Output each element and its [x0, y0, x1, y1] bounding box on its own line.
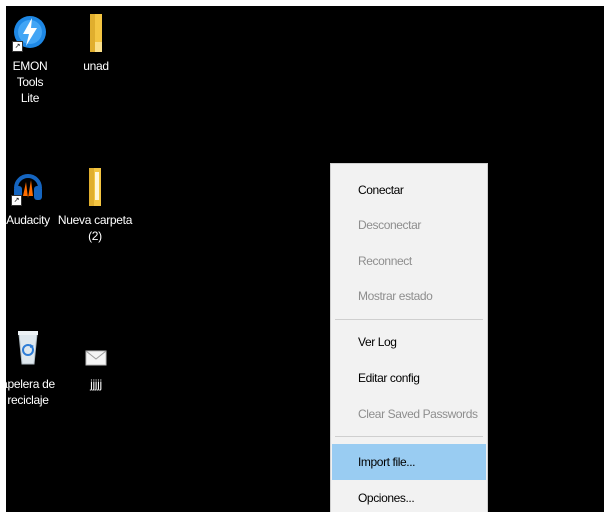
desktop: ↗ EMON Tools Lite unad ↗ Audacity Nueva …	[6, 6, 604, 512]
desktop-icon-label: apelera de	[6, 377, 55, 391]
shortcut-arrow-icon: ↗	[11, 195, 22, 206]
folder-icon	[86, 12, 106, 52]
desktop-icon-daemon-tools[interactable]: ↗ EMON Tools Lite	[6, 12, 58, 106]
menu-separator	[335, 436, 483, 437]
shortcut-arrow-icon: ↗	[12, 41, 23, 52]
menu-item-import-file[interactable]: Import file...	[332, 444, 486, 480]
audacity-headphones-icon: ↗	[11, 166, 45, 206]
desktop-icon-unad[interactable]: unad	[68, 12, 124, 74]
menu-item-desconectar: Desconectar	[358, 218, 421, 232]
desktop-icon-recycle-bin[interactable]: apelera de reciclaje	[6, 326, 56, 408]
menu-item-conectar[interactable]: Conectar	[332, 176, 486, 204]
desktop-icon-label: EMON Tools	[12, 59, 48, 89]
menu-separator	[335, 319, 483, 320]
desktop-icon-jjjjj[interactable]: jjjjj	[68, 350, 124, 392]
desktop-icon-audacity[interactable]: ↗ Audacity	[6, 166, 56, 228]
desktop-icon-label: Nueva carpeta (2)	[57, 213, 133, 243]
recycle-bin-icon	[16, 326, 40, 366]
menu-item-opciones[interactable]: Opciones...	[332, 484, 486, 512]
menu-item-reconnect: Reconnect	[358, 254, 412, 268]
daemon-tools-lightning-icon: ↗	[12, 12, 48, 52]
envelope-file-icon	[85, 350, 107, 366]
context-menu: Conectar Desconectar Reconnect Mostrar e…	[330, 163, 488, 512]
folder-icon	[85, 166, 105, 206]
desktop-icon-label: Lite	[20, 91, 40, 105]
desktop-icon-nueva-carpeta[interactable]: Nueva carpeta (2)	[56, 166, 134, 244]
desktop-icon-label: reciclaje	[7, 393, 49, 407]
desktop-icon-label: jjjjj	[90, 377, 102, 391]
desktop-icon-label: unad	[83, 59, 109, 73]
desktop-icon-label: Audacity	[6, 213, 50, 227]
menu-item-ver-log[interactable]: Ver Log	[332, 328, 486, 356]
menu-item-clear-saved-passwords: Clear Saved Passwords	[358, 407, 478, 421]
menu-item-mostrar-estado: Mostrar estado	[358, 289, 433, 303]
menu-item-editar-config[interactable]: Editar config	[332, 364, 486, 392]
